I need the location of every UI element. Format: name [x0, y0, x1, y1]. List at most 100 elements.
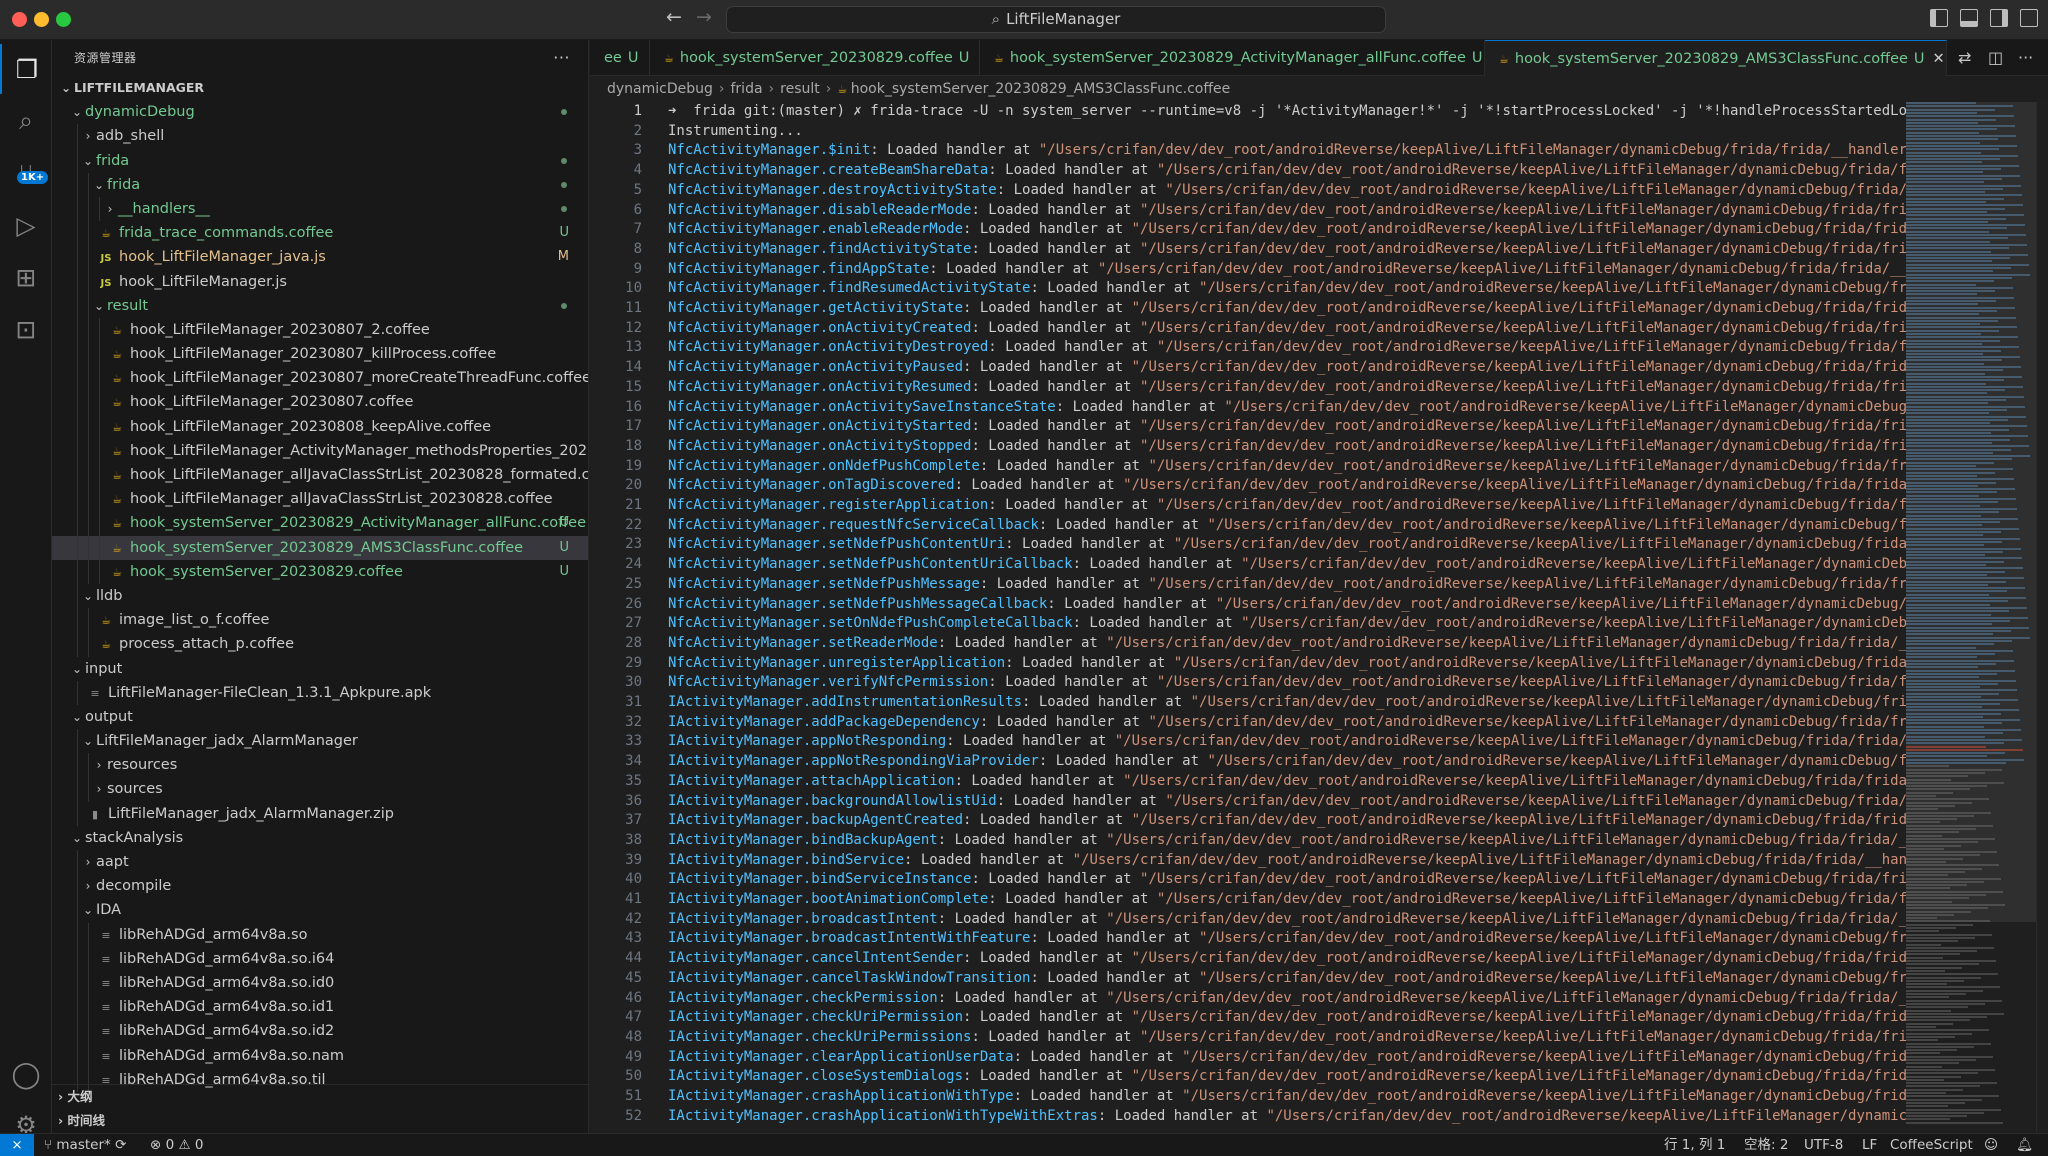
branch-status[interactable]: ⑂ master* ⟳ — [44, 1134, 126, 1156]
account-icon[interactable]: ◯ — [0, 1050, 52, 1100]
forward-arrow-icon[interactable]: → — [696, 6, 712, 28]
file-item[interactable]: ☕︎ hook_LiftFileManager_20230807_moreCrea… — [52, 366, 588, 391]
folder-item[interactable]: ⌄ IDA — [52, 898, 588, 923]
file-item[interactable]: ☕︎ hook_LiftFileManager_allJavaClassStrLi… — [52, 487, 588, 512]
customize-layout-icon[interactable] — [2020, 9, 2038, 27]
tab[interactable]: ☕︎ hook_systemServer_20230829.coffee U — [650, 40, 980, 76]
folder-item[interactable]: › decompile — [52, 874, 588, 899]
tab[interactable]: ee U — [590, 40, 650, 76]
encoding-status[interactable]: UTF-8 — [1804, 1134, 1843, 1156]
back-arrow-icon[interactable]: ← — [666, 6, 682, 28]
file-item[interactable]: ☕︎ image_list_o_f.coffee — [52, 608, 588, 633]
timeline-panel-header[interactable]: › 时间线 — [52, 1109, 588, 1133]
breadcrumb-item[interactable]: result — [780, 81, 820, 97]
minimap-line — [1906, 1075, 1961, 1078]
language-mode[interactable]: CoffeeScript — [1890, 1134, 1973, 1156]
folder-item[interactable]: ⌄ LiftFileManager_jadx_AlarmManager — [52, 729, 588, 754]
folder-item[interactable]: ⌄ dynamicDebug — [52, 100, 588, 124]
folder-item[interactable]: ⌄ output — [52, 705, 588, 729]
file-item[interactable]: ≡ libRehADGd_arm64v8a.so.nam — [52, 1043, 588, 1068]
toggle-panel-icon[interactable] — [1960, 9, 1978, 27]
file-item[interactable]: ☕︎ hook_systemServer_20230829_ActivityMan… — [52, 511, 588, 536]
folder-item[interactable]: › resources — [52, 753, 588, 778]
folder-item[interactable]: ⌄ frida — [52, 148, 588, 173]
folder-item[interactable]: ⌄ lldb — [52, 583, 588, 609]
minimap-line — [1906, 1045, 1974, 1048]
folder-item[interactable]: › sources — [52, 777, 588, 802]
minimap-line — [1906, 138, 1998, 141]
file-item[interactable]: ≡ libRehADGd_arm64v8a.so.i64 — [52, 946, 588, 971]
toggle-secondary-sidebar-icon[interactable] — [1990, 9, 2008, 27]
file-item[interactable]: ≡ libRehADGd_arm64v8a.so.id1 — [52, 995, 588, 1020]
maximize-window-button[interactable] — [56, 12, 71, 27]
folder-item[interactable]: ⌄ input — [52, 657, 588, 681]
file-item[interactable]: ▮ LiftFileManager_jadx_AlarmManager.zip — [52, 801, 588, 826]
file-item[interactable]: ☕︎ hook_systemServer_20230829.coffee U — [52, 559, 588, 584]
file-item[interactable]: ☕︎ process_attach_p.coffee — [52, 632, 588, 657]
minimap-line — [1906, 283, 1976, 286]
run-debug-icon[interactable]: ▷ — [0, 200, 52, 250]
eol-status[interactable]: LF — [1862, 1134, 1877, 1156]
folder-item[interactable]: ⌄ result — [52, 293, 588, 318]
tab-active[interactable]: ☕︎ hook_systemServer_20230829_AMS3ClassFu… — [1485, 40, 1947, 76]
more-actions-icon[interactable]: ··· — [2018, 48, 2033, 67]
file-item[interactable]: ☕︎ hook_LiftFileManager_20230807_killProc… — [52, 342, 588, 367]
loaded-text: : Loaded handler at — [963, 300, 1132, 316]
close-icon[interactable]: ✕ — [1933, 51, 1945, 67]
breadcrumb-item[interactable]: frida — [731, 81, 763, 97]
editor-scrollbar[interactable] — [2036, 102, 2048, 1133]
code-editor[interactable]: 1 ➜ frida git:(master) ✗ frida-trace -U -… — [590, 102, 1906, 1133]
problems-status[interactable]: ⊗ 0 ⚠ 0 — [150, 1134, 203, 1156]
notifications-bell-icon[interactable]: 🔔︎ — [2016, 1134, 2033, 1156]
file-item[interactable]: ☕︎ hook_LiftFileManager_20230807_2.coffee — [52, 317, 588, 343]
method-name: NfcActivityManager.setReaderMode — [668, 634, 938, 651]
compare-changes-icon[interactable]: ⇄ — [1958, 48, 1971, 67]
workspace-root[interactable]: ⌄ LIFTFILEMANAGER — [52, 76, 588, 100]
indentation-status[interactable]: 空格: 2 — [1744, 1134, 1788, 1156]
file-item[interactable]: ☕︎ hook_LiftFileManager_20230808_keepAliv… — [52, 414, 588, 439]
breadcrumb-item[interactable]: hook_systemServer_20230829_AMS3ClassFunc… — [851, 81, 1231, 97]
extensions-icon[interactable]: ⊞ — [0, 252, 52, 302]
folder-item[interactable]: ⌄ frida — [52, 172, 588, 197]
file-item[interactable]: ☕︎ frida_trace_commands.coffee U — [52, 221, 588, 246]
file-item[interactable]: ☕︎ hook_LiftFileManager_20230807.coffee — [52, 390, 588, 415]
breadcrumb-item[interactable]: dynamicDebug — [607, 81, 713, 97]
remote-explorer-icon[interactable]: ⊡ — [0, 304, 52, 354]
minimize-window-button[interactable] — [34, 12, 49, 27]
cursor-position[interactable]: 行 1, 列 1 — [1664, 1134, 1725, 1156]
minimap-line — [1906, 375, 2022, 378]
minimap[interactable] — [1906, 102, 2036, 1133]
sync-icon[interactable]: ⟳ — [115, 1137, 126, 1153]
command-center-search[interactable]: ⌕ LiftFileManager — [726, 6, 1386, 33]
outline-panel-header[interactable]: › 大纲 — [52, 1085, 588, 1109]
file-item[interactable]: ☕︎ hook_LiftFileManager_ActivityManager_m… — [52, 438, 588, 463]
folder-item[interactable]: › adb_shell — [52, 124, 588, 149]
file-item[interactable]: ☕︎ hook_LiftFileManager_allJavaClassStrLi… — [52, 463, 588, 488]
file-item[interactable]: ≡ libRehADGd_arm64v8a.so — [52, 922, 588, 947]
file-item[interactable]: ≡ LiftFileManager-FileClean_1.3.1_Apkpure… — [52, 680, 588, 705]
file-item[interactable]: ☕︎ hook_systemServer_20230829_AMS3ClassFu… — [52, 535, 588, 560]
split-editor-icon[interactable]: ◫ — [1988, 48, 2003, 67]
file-item[interactable]: JS hook_LiftFileManager.js — [52, 269, 588, 294]
indent-guide — [88, 995, 89, 1020]
folder-item[interactable]: › aapt — [52, 850, 588, 875]
remote-indicator-icon[interactable]: ⨯ — [0, 1134, 34, 1156]
close-window-button[interactable] — [12, 12, 27, 27]
folder-item[interactable]: ⌄ stackAnalysis — [52, 826, 588, 850]
coffee-file-icon: ☕︎ — [112, 517, 122, 531]
minimap-line — [1906, 880, 1984, 883]
file-item[interactable]: ≡ libRehADGd_arm64v8a.so.id2 — [52, 1019, 588, 1044]
search-icon[interactable]: ⌕ — [0, 96, 52, 146]
minimap-line — [1906, 907, 1988, 910]
code-line: 13 NfcActivityManager.onActivityDestroyed… — [590, 338, 1906, 358]
file-item[interactable]: JS hook_LiftFileManager_java.js M — [52, 245, 588, 270]
toggle-primary-sidebar-icon[interactable] — [1930, 9, 1948, 27]
tab[interactable]: ☕︎ hook_systemServer_20230829_ActivityMan… — [980, 40, 1485, 76]
feedback-icon[interactable]: ☺ — [1984, 1134, 1998, 1156]
path-string: "/Users/crifan/dev/dev_root/androidRever… — [1190, 694, 1906, 710]
files-icon[interactable]: ❐ — [0, 44, 52, 94]
folder-item[interactable]: › __handlers__ — [52, 196, 588, 222]
file-item[interactable]: ≡ libRehADGd_arm64v8a.so.id0 — [52, 970, 588, 996]
more-actions-icon[interactable]: ··· — [553, 40, 570, 76]
explorer-sidebar: 资源管理器 ··· ⌄ LIFTFILEMANAGER ⌄ dynamicDebug… — [52, 40, 589, 1133]
